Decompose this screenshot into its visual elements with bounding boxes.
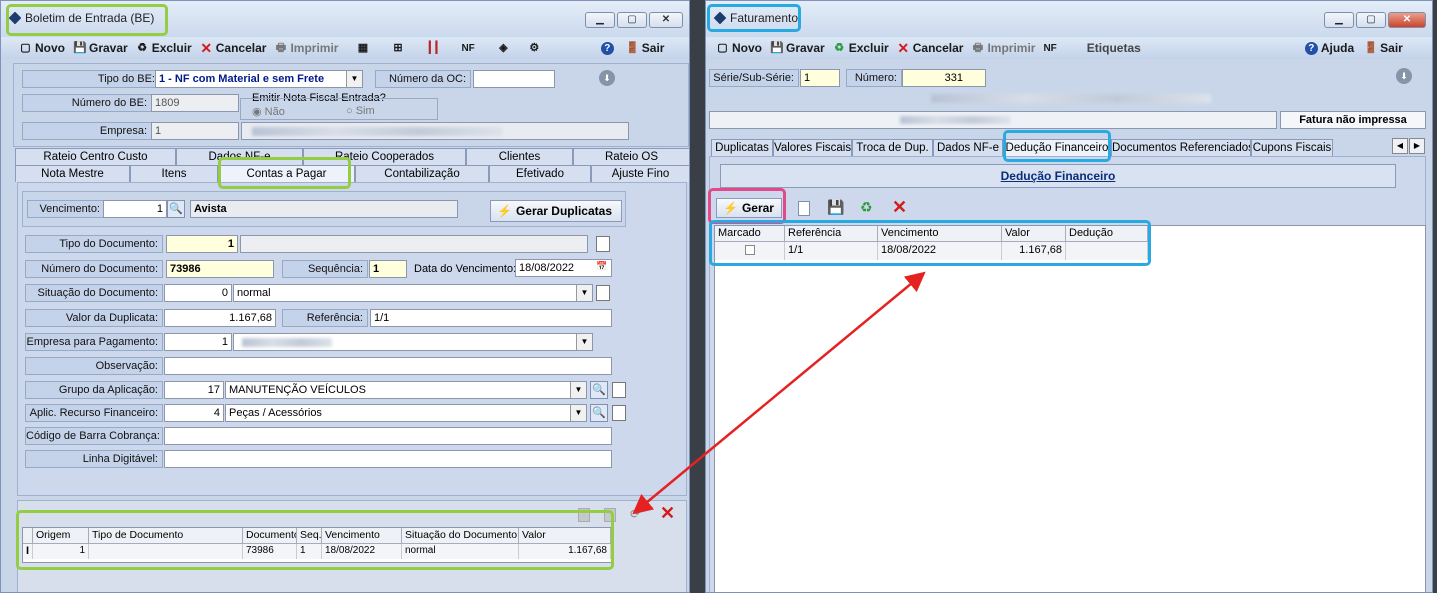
arrow-overlay	[632, 271, 926, 515]
double-arrow	[632, 271, 926, 515]
